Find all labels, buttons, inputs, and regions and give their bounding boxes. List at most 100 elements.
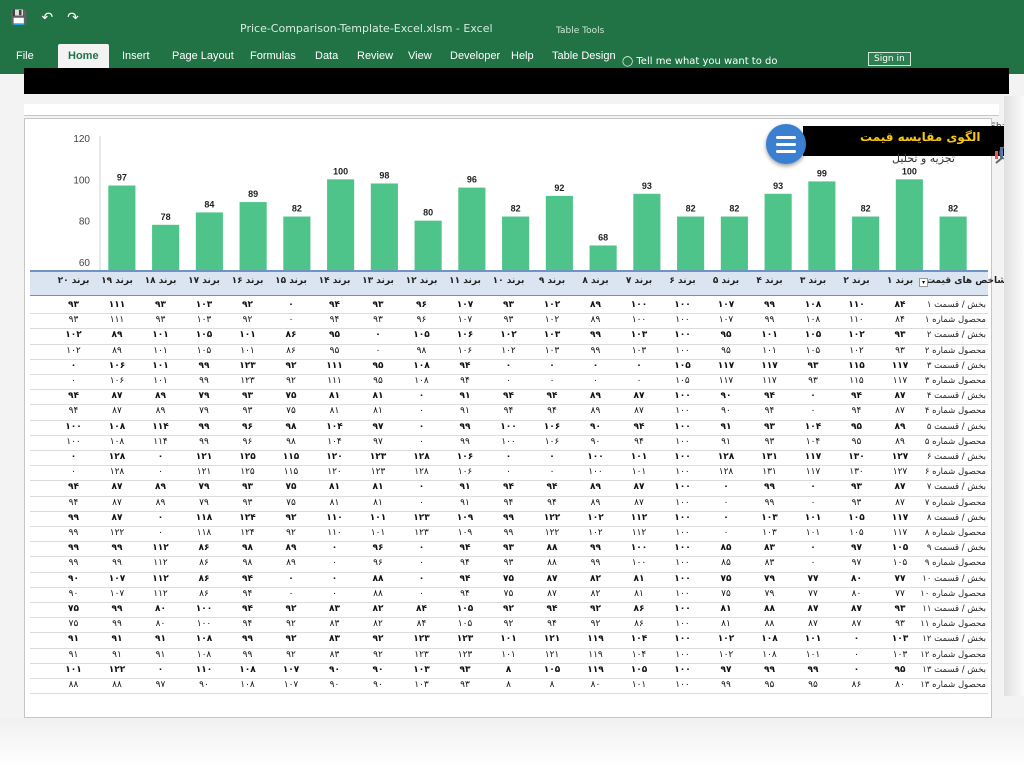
table-cell[interactable]: ۸۷ (98, 406, 136, 416)
table-cell[interactable]: ۱۱۸ (185, 528, 223, 538)
table-cell[interactable]: ۹۶ (403, 315, 441, 325)
table-cell[interactable]: ۱۰۴ (794, 437, 832, 447)
chart-bar[interactable] (633, 193, 661, 276)
table-cell[interactable]: ۱۱۲ (142, 589, 180, 599)
table-cell[interactable]: ۸۶ (185, 574, 223, 584)
table-cell[interactable]: ۸۹ (272, 558, 310, 568)
table-cell[interactable]: ۰ (707, 528, 745, 538)
table-cell[interactable]: ۱۲۴ (229, 513, 267, 523)
table-cell[interactable]: ۹۲ (359, 650, 397, 660)
table-cell[interactable]: ۹۳ (881, 619, 919, 629)
table-cell[interactable]: ۸۸ (751, 619, 789, 629)
table-cell[interactable]: ۱۰۸ (403, 361, 441, 371)
column-header[interactable]: برند ۸ (576, 276, 616, 286)
table-cell[interactable]: ۱۱۸ (185, 513, 223, 523)
table-cell[interactable]: ۹۳ (359, 315, 397, 325)
table-cell[interactable]: ۹۳ (881, 604, 919, 614)
table-cell[interactable]: ۹۴ (446, 376, 484, 386)
table-cell[interactable]: ۱۰۵ (664, 361, 702, 371)
table-cell[interactable]: ۱۰۲ (577, 528, 615, 538)
table-cell[interactable]: ۹۵ (881, 665, 919, 675)
table-cell[interactable]: ۱۰۸ (794, 300, 832, 310)
table-cell[interactable]: ۹۳ (446, 680, 484, 690)
table-cell[interactable]: ۸۸ (533, 543, 571, 553)
table-cell[interactable]: ۱۰۳ (620, 330, 658, 340)
table-cell[interactable]: ۱۰۳ (403, 680, 441, 690)
table-cell[interactable]: ۸۶ (185, 589, 223, 599)
table-cell[interactable]: ۱۰۴ (620, 634, 658, 644)
table-cell[interactable]: ۸ (533, 680, 571, 690)
table-cell[interactable]: ۱۰۲ (533, 300, 571, 310)
table-cell[interactable]: ۰ (142, 528, 180, 538)
table-cell[interactable]: ۰ (359, 330, 397, 340)
chart-bar[interactable] (370, 183, 398, 276)
table-cell[interactable]: ۹۹ (751, 498, 789, 508)
table-cell[interactable]: ۱۰۸ (229, 680, 267, 690)
table-cell[interactable]: ۰ (403, 406, 441, 416)
table-cell[interactable]: ۱۰۰ (577, 452, 615, 462)
table-cell[interactable]: ۹۰ (316, 680, 354, 690)
table-cell[interactable]: ۱۰۱ (490, 650, 528, 660)
table-cell[interactable]: ۸۹ (577, 391, 615, 401)
table-cell[interactable]: ۹۳ (55, 300, 93, 310)
chart-bar[interactable] (764, 193, 792, 276)
table-cell[interactable]: ۸۱ (707, 619, 745, 629)
table-cell[interactable]: ۱۰۱ (142, 346, 180, 356)
table-cell[interactable]: ۱۱۴ (142, 422, 180, 432)
table-cell[interactable]: ۹۵ (359, 361, 397, 371)
table-cell[interactable]: ۱۱۹ (577, 665, 615, 675)
table-cell[interactable]: ۱۰۲ (533, 315, 571, 325)
table-cell[interactable]: ۱۰۶ (446, 467, 484, 477)
table-cell[interactable]: ۱۱۷ (881, 528, 919, 538)
table-cell[interactable]: ۸۷ (794, 604, 832, 614)
table-cell[interactable]: ۹۸ (272, 437, 310, 447)
table-cell[interactable]: ۷۹ (185, 498, 223, 508)
table-cell[interactable]: ۰ (272, 300, 310, 310)
table-cell[interactable]: ۷۹ (751, 574, 789, 584)
table-cell[interactable]: ۸۹ (577, 482, 615, 492)
table-cell[interactable]: ۱۰۰ (664, 422, 702, 432)
table-cell[interactable]: ۱۰۱ (751, 346, 789, 356)
table-cell[interactable]: ۸۷ (620, 406, 658, 416)
table-cell[interactable]: ۸۹ (142, 391, 180, 401)
table-cell[interactable]: ۸۹ (881, 437, 919, 447)
table-cell[interactable]: ۱۰۷ (707, 315, 745, 325)
table-cell[interactable]: ۱۰۰ (664, 528, 702, 538)
table-cell[interactable]: ۰ (620, 361, 658, 371)
table-cell[interactable]: ۸۰ (838, 589, 876, 599)
table-cell[interactable]: ۰ (55, 452, 93, 462)
table-cell[interactable]: ۹۹ (229, 650, 267, 660)
table-cell[interactable]: ۹۵ (794, 680, 832, 690)
table-cell[interactable]: ۹۰ (55, 574, 93, 584)
table-cell[interactable]: ۰ (490, 452, 528, 462)
chart-bar[interactable] (939, 216, 967, 276)
chart-bar[interactable] (720, 216, 748, 276)
table-cell[interactable]: ۱۳۰ (838, 452, 876, 462)
table-cell[interactable]: ۸۹ (142, 498, 180, 508)
table-cell[interactable]: ۱۲۷ (881, 467, 919, 477)
table-cell[interactable]: ۱۱۴ (142, 437, 180, 447)
table-cell[interactable]: ۹۲ (272, 634, 310, 644)
table-cell[interactable]: ۱۰۰ (620, 543, 658, 553)
table-cell[interactable]: ۹۸ (229, 558, 267, 568)
table-cell[interactable]: ۱۰۷ (272, 665, 310, 675)
table-cell[interactable]: ۹۳ (55, 315, 93, 325)
table-cell[interactable]: ۹۵ (751, 680, 789, 690)
table-cell[interactable]: ۱۰۰ (490, 437, 528, 447)
table-cell[interactable]: ۱۰۸ (403, 376, 441, 386)
table-cell[interactable]: ۹۹ (577, 543, 615, 553)
table-cell[interactable]: ۹۹ (98, 604, 136, 614)
table-cell[interactable]: ۰ (794, 543, 832, 553)
table-cell[interactable]: ۸۴ (881, 315, 919, 325)
filter-dropdown-icon[interactable]: ▾ (919, 278, 928, 287)
table-cell[interactable]: ۱۰۰ (664, 543, 702, 553)
table-cell[interactable]: ۰ (533, 361, 571, 371)
table-cell[interactable]: ۱۱۱ (316, 376, 354, 386)
table-cell[interactable]: ۱۰۳ (751, 513, 789, 523)
table-cell[interactable]: ۸۷ (881, 498, 919, 508)
table-cell[interactable]: ۸۹ (98, 346, 136, 356)
table-cell[interactable]: ۷۵ (490, 574, 528, 584)
table-cell[interactable]: ۹۴ (751, 406, 789, 416)
table-cell[interactable]: ۱۰۰ (664, 619, 702, 629)
table-cell[interactable]: ۸۰ (838, 574, 876, 584)
